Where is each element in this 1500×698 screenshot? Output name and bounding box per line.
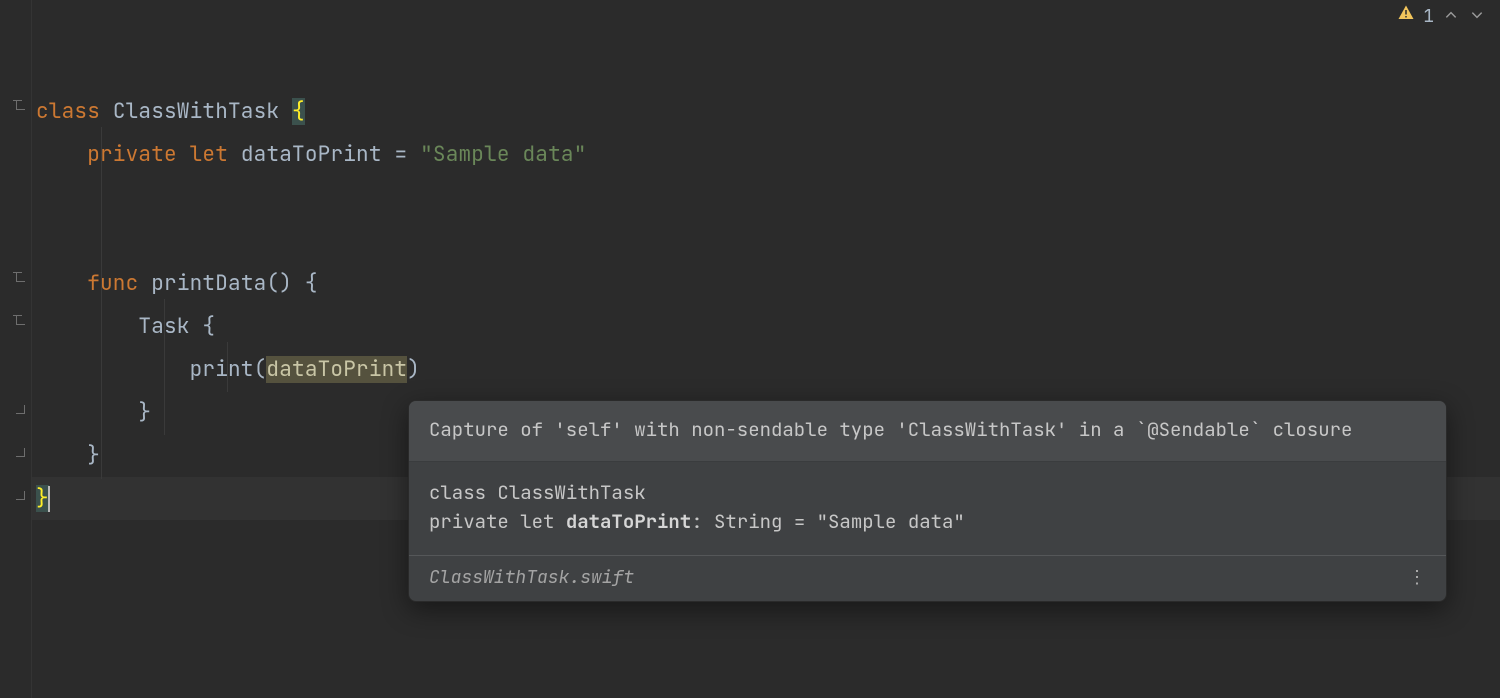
property-name: dataToPrint <box>241 141 382 168</box>
fold-end-icon[interactable] <box>16 491 25 500</box>
string-literal: "Sample data" <box>420 141 586 168</box>
brace-open: { <box>202 313 215 340</box>
fold-end-icon[interactable] <box>16 405 25 414</box>
fold-toggle-icon[interactable] <box>16 101 25 110</box>
tooltip-file-name[interactable]: ClassWithTask.swift <box>429 566 634 589</box>
function-name: printData <box>151 270 266 297</box>
function-call: print <box>190 356 254 383</box>
code-editor-viewport[interactable]: 1 class ClassWithTask { private let data… <box>0 0 1500 698</box>
paren-open: ( <box>254 356 267 383</box>
decl-class-name: ClassWithTask <box>497 480 645 505</box>
fold-toggle-icon[interactable] <box>16 316 25 325</box>
brace-close: } <box>138 399 151 426</box>
code-line[interactable]: Task { <box>36 305 1500 348</box>
code-line-empty[interactable] <box>36 176 1500 219</box>
equals: = <box>394 141 407 168</box>
editor-gutter[interactable] <box>0 0 32 698</box>
text-caret <box>48 486 50 512</box>
paren-close: ) <box>407 356 420 383</box>
code-line[interactable]: private let dataToPrint = "Sample data" <box>36 133 1500 176</box>
tooltip-warning-row[interactable]: Capture of 'self' with non-sendable type… <box>409 401 1446 462</box>
brace-close: } <box>87 442 100 469</box>
keyword-func: func <box>87 270 138 297</box>
indent-guide <box>101 127 102 479</box>
code-line[interactable]: print(dataToPrint) <box>36 348 1500 391</box>
fold-toggle-icon[interactable] <box>16 273 25 282</box>
decl-property-name: dataToPrint <box>566 509 691 534</box>
highlighted-reference[interactable]: dataToPrint <box>266 356 407 383</box>
fold-end-icon[interactable] <box>16 448 25 457</box>
tooltip-warning-text: Capture of 'self' with non-sendable type… <box>429 417 1352 442</box>
brace-open: { <box>305 270 318 297</box>
indent-guide <box>227 342 228 392</box>
keyword-let: let <box>190 141 228 168</box>
quick-doc-tooltip: Capture of 'self' with non-sendable type… <box>408 400 1447 602</box>
brace-open: { <box>292 98 305 125</box>
tooltip-declaration-row: class ClassWithTask private let dataToPr… <box>409 462 1446 556</box>
decl-keyword: class <box>429 480 486 505</box>
more-actions-icon[interactable]: ⋮ <box>1404 566 1432 589</box>
keyword-class: class <box>36 98 100 125</box>
code-line[interactable]: func printData() { <box>36 262 1500 305</box>
indent-guide <box>164 299 165 435</box>
decl-modifiers: private let <box>429 509 554 534</box>
decl-signature: : String = "Sample data" <box>691 509 965 534</box>
code-line-empty[interactable] <box>36 219 1500 262</box>
code-line[interactable]: class ClassWithTask { <box>36 90 1500 133</box>
tooltip-footer-row: ClassWithTask.swift ⋮ <box>409 556 1446 601</box>
parens: () <box>266 270 292 297</box>
type-name: ClassWithTask <box>113 98 279 125</box>
